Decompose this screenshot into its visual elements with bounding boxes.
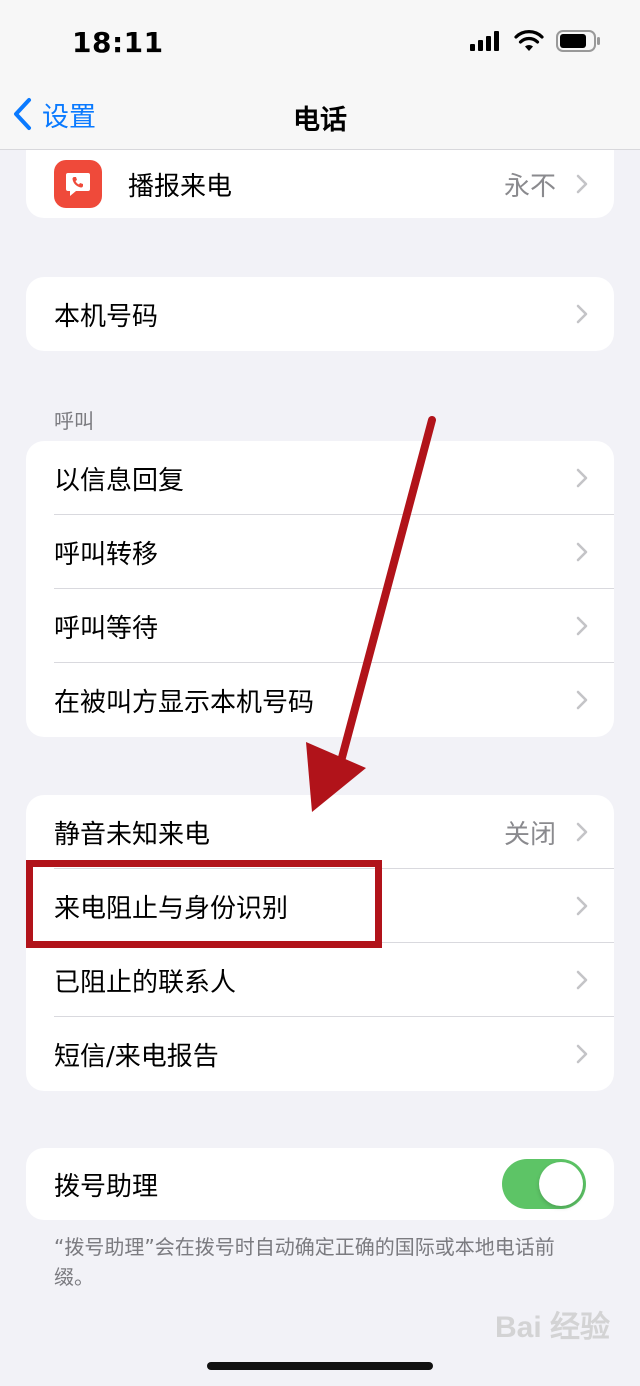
chevron-right-icon — [576, 970, 588, 990]
show-caller-id-label: 在被叫方显示本机号码 — [54, 687, 315, 718]
chevron-right-icon — [576, 1044, 588, 1064]
chevron-right-icon — [576, 468, 588, 488]
blocked-contacts-row[interactable]: 已阻止的联系人 — [26, 943, 614, 1017]
dial-assist-note: “拨号助理”会在拨号时自动确定正确的国际或本地电话前缀。 — [54, 1235, 555, 1289]
my-number-group: 本机号码 — [26, 277, 614, 351]
phone-app-icon — [54, 160, 102, 208]
navigation-bar: 设置 电话 — [0, 80, 640, 150]
chevron-right-icon — [576, 542, 588, 562]
highlight-annotation-box — [26, 860, 382, 948]
sms-call-reporting-row[interactable]: 短信/来电报告 — [26, 1017, 614, 1091]
silence-unknown-callers-value: 关闭 — [503, 819, 556, 850]
sms-call-reporting-label: 短信/来电报告 — [54, 1041, 219, 1072]
call-forwarding-label: 呼叫转移 — [54, 539, 159, 570]
chevron-right-icon — [576, 822, 588, 842]
show-caller-id-row[interactable]: 在被叫方显示本机号码 — [26, 663, 614, 737]
call-waiting-label: 呼叫等待 — [54, 613, 159, 644]
chevron-right-icon — [576, 896, 588, 916]
cellular-signal-icon — [470, 31, 499, 51]
calls-group: 以信息回复 呼叫转移 呼叫等待 在被叫方显示本机号码 — [26, 441, 614, 737]
call-waiting-row[interactable]: 呼叫等待 — [26, 589, 614, 663]
my-number-label: 本机号码 — [54, 301, 159, 332]
dial-assist-group: 拨号助理 — [26, 1148, 614, 1220]
respond-with-text-row[interactable]: 以信息回复 — [26, 441, 614, 515]
my-number-row[interactable]: 本机号码 — [26, 277, 614, 351]
calls-section-header: 呼叫 — [54, 409, 94, 433]
call-forwarding-row[interactable]: 呼叫转移 — [26, 515, 614, 589]
announce-calls-group: 播报来电 永不 — [26, 150, 614, 218]
toggle-knob — [539, 1162, 583, 1206]
status-bar: 18:11 — [0, 0, 640, 80]
battery-icon — [556, 30, 600, 52]
dial-assist-label: 拨号助理 — [54, 1171, 159, 1202]
dial-assist-row: 拨号助理 — [26, 1148, 614, 1220]
announce-calls-row[interactable]: 播报来电 永不 — [26, 150, 614, 218]
announce-calls-label: 播报来电 — [128, 171, 233, 202]
blocked-contacts-label: 已阻止的联系人 — [54, 967, 237, 998]
silence-unknown-callers-label: 静音未知来电 — [54, 819, 211, 850]
silence-unknown-callers-row[interactable]: 静音未知来电 关闭 — [26, 795, 614, 869]
chevron-right-icon — [576, 690, 588, 710]
page-title: 电话 — [293, 105, 347, 136]
announce-calls-value: 永不 — [503, 171, 556, 202]
dial-assist-toggle[interactable] — [502, 1159, 586, 1209]
watermark: Bai 经验 — [494, 1311, 610, 1344]
status-time: 18:11 — [72, 26, 164, 59]
status-icons — [470, 30, 600, 52]
chevron-right-icon — [576, 616, 588, 636]
wifi-icon — [514, 30, 544, 51]
chevron-right-icon — [576, 304, 588, 324]
home-indicator[interactable] — [207, 1362, 433, 1370]
respond-with-text-label: 以信息回复 — [54, 465, 185, 496]
chevron-right-icon — [576, 174, 588, 194]
